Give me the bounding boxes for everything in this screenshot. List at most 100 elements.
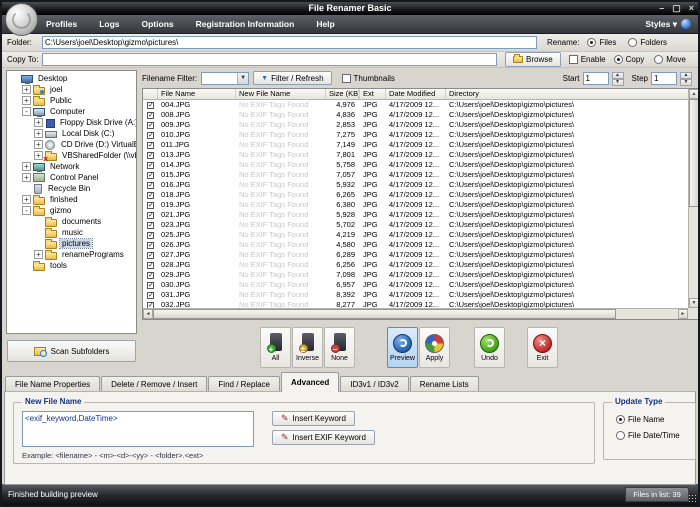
expand-icon[interactable]: + xyxy=(34,151,43,160)
tree-item-public[interactable]: +Public xyxy=(7,95,136,106)
copy-mode-radio-copy[interactable]: Copy xyxy=(614,55,645,64)
table-row[interactable]: ✓013.JPGNo EXIF Tags Found7,801JPG4/17/2… xyxy=(143,150,699,160)
menu-registration-information[interactable]: Registration Information xyxy=(196,19,295,29)
enable-checkbox[interactable]: Enable xyxy=(569,55,606,64)
all-button[interactable]: +All xyxy=(260,327,291,368)
collapse-icon[interactable]: - xyxy=(22,107,31,116)
vertical-scrollbar[interactable]: ▲ ▼ xyxy=(688,89,699,308)
none-button[interactable]: −None xyxy=(324,327,355,368)
filename-filter-combobox[interactable]: ▼ xyxy=(201,72,249,85)
table-row[interactable]: ✓011.JPGNo EXIF Tags Found7,149JPG4/17/2… xyxy=(143,140,699,150)
tree-item-computer[interactable]: -Computer xyxy=(7,106,136,117)
step-input[interactable]: 1 xyxy=(651,72,677,85)
tab-rename-lists[interactable]: Rename Lists xyxy=(410,376,479,392)
folder-input[interactable]: C:\Users\joel\Desktop\gizmo\pictures\ xyxy=(42,36,537,49)
rename-radio-files[interactable]: Files xyxy=(587,38,616,47)
tab-id3v1-id3v2[interactable]: ID3v1 / ID3v2 xyxy=(340,376,408,392)
table-row[interactable]: ✓010.JPGNo EXIF Tags Found7,275JPG4/17/2… xyxy=(143,130,699,140)
table-row[interactable]: ✓018.JPGNo EXIF Tags Found6,265JPG4/17/2… xyxy=(143,190,699,200)
thumbnails-checkbox[interactable]: Thumbnails xyxy=(342,74,395,83)
menu-options[interactable]: Options xyxy=(142,19,174,29)
new-file-name-input[interactable]: <exif_keyword,DateTime> xyxy=(22,411,254,447)
table-row[interactable]: ✓030.JPGNo EXIF Tags Found6,957JPG4/17/2… xyxy=(143,280,699,290)
minimize-button[interactable]: – xyxy=(659,2,664,15)
row-checkbox[interactable]: ✓ xyxy=(143,230,158,240)
expand-icon[interactable]: + xyxy=(22,85,31,94)
copy-mode-radio-move[interactable]: Move xyxy=(654,55,686,64)
resize-grip[interactable] xyxy=(688,494,696,502)
column-header-date-modified[interactable]: Date Modified xyxy=(386,89,446,99)
menu-logs[interactable]: Logs xyxy=(99,19,119,29)
tree-item-renameprograms[interactable]: +renamePrograms xyxy=(7,249,136,260)
row-checkbox[interactable]: ✓ xyxy=(143,280,158,290)
copy-to-input[interactable] xyxy=(42,53,497,66)
table-row[interactable]: ✓004.JPGNo EXIF Tags Found4,976JPG4/17/2… xyxy=(143,100,699,110)
column-header-size-kb[interactable]: Size (KB) xyxy=(326,89,360,99)
tab-find-replace[interactable]: Find / Replace xyxy=(208,376,280,392)
start-down-button[interactable]: ▼ xyxy=(612,79,624,86)
horizontal-scroll-thumb[interactable] xyxy=(153,309,616,319)
row-checkbox[interactable]: ✓ xyxy=(143,290,158,300)
row-checkbox[interactable]: ✓ xyxy=(143,170,158,180)
tab-advanced[interactable]: Advanced xyxy=(281,372,339,392)
table-row[interactable]: ✓009.JPGNo EXIF Tags Found2,853JPG4/17/2… xyxy=(143,120,699,130)
tree-item-pictures[interactable]: pictures xyxy=(7,238,136,249)
tree-item-tools[interactable]: tools xyxy=(7,260,136,271)
tree-item-desktop[interactable]: Desktop xyxy=(7,73,136,84)
table-row[interactable]: ✓016.JPGNo EXIF Tags Found5,932JPG4/17/2… xyxy=(143,180,699,190)
row-checkbox[interactable]: ✓ xyxy=(143,200,158,210)
tree-item-finished[interactable]: +finished xyxy=(7,194,136,205)
start-up-button[interactable]: ▲ xyxy=(612,72,624,79)
tree-item-control-panel[interactable]: +Control Panel xyxy=(7,172,136,183)
title-bar[interactable]: File Renamer Basic – ▢ × xyxy=(2,2,698,15)
close-button[interactable]: × xyxy=(689,2,694,15)
table-row[interactable]: ✓014.JPGNo EXIF Tags Found5,758JPG4/17/2… xyxy=(143,160,699,170)
tree-item-floppy-disk-drive-a[interactable]: +Floppy Disk Drive (A:) xyxy=(7,117,136,128)
tree-item-gizmo[interactable]: -gizmo xyxy=(7,205,136,216)
row-checkbox[interactable]: ✓ xyxy=(143,270,158,280)
expand-icon[interactable]: + xyxy=(34,250,43,259)
expand-icon[interactable]: + xyxy=(22,96,31,105)
row-checkbox[interactable]: ✓ xyxy=(143,220,158,230)
row-checkbox[interactable]: ✓ xyxy=(143,180,158,190)
row-checkbox[interactable]: ✓ xyxy=(143,100,158,110)
inverse-button[interactable]: ±Inverse xyxy=(292,327,323,368)
preview-button[interactable]: Preview xyxy=(387,327,418,368)
expand-icon[interactable]: + xyxy=(22,173,31,182)
column-header-ext[interactable]: Ext xyxy=(360,89,386,99)
tree-item-network[interactable]: +Network xyxy=(7,161,136,172)
tab-delete-remove-insert[interactable]: Delete / Remove / Insert xyxy=(101,376,207,392)
filter-refresh-button[interactable]: ▼ Filter / Refresh xyxy=(253,71,331,85)
tree-item-recycle-bin[interactable]: Recycle Bin xyxy=(7,183,136,194)
step-down-button[interactable]: ▼ xyxy=(680,79,692,86)
row-checkbox[interactable]: ✓ xyxy=(143,240,158,250)
update-type-radio-file-name[interactable]: File Name xyxy=(616,415,664,424)
table-row[interactable]: ✓023.JPGNo EXIF Tags Found5,702JPG4/17/2… xyxy=(143,220,699,230)
table-row[interactable]: ✓029.JPGNo EXIF Tags Found7,098JPG4/17/2… xyxy=(143,270,699,280)
scroll-right-icon[interactable]: ► xyxy=(678,309,688,319)
step-up-button[interactable]: ▲ xyxy=(680,72,692,79)
maximize-button[interactable]: ▢ xyxy=(672,2,681,15)
row-checkbox[interactable]: ✓ xyxy=(143,260,158,270)
expand-icon[interactable]: + xyxy=(22,162,31,171)
expand-icon[interactable]: + xyxy=(34,129,43,138)
scroll-up-icon[interactable]: ▲ xyxy=(689,89,699,99)
tree-item-local-disk-c[interactable]: +Local Disk (C:) xyxy=(7,128,136,139)
menu-profiles[interactable]: Profiles xyxy=(46,19,77,29)
rename-radio-folders[interactable]: Folders xyxy=(628,38,667,47)
tree-item-joel[interactable]: +joel xyxy=(7,84,136,95)
tree-item-documents[interactable]: documents xyxy=(7,216,136,227)
expand-icon[interactable]: + xyxy=(34,140,43,149)
collapse-icon[interactable]: - xyxy=(22,206,31,215)
scroll-left-icon[interactable]: ◄ xyxy=(143,309,153,319)
browse-button[interactable]: Browse xyxy=(505,52,561,67)
expand-icon[interactable]: + xyxy=(22,195,31,204)
row-checkbox[interactable]: ✓ xyxy=(143,190,158,200)
undo-button[interactable]: Undo xyxy=(474,327,505,368)
start-input[interactable]: 1 xyxy=(583,72,609,85)
row-checkbox[interactable]: ✓ xyxy=(143,150,158,160)
column-header-file-name[interactable]: File Name xyxy=(158,89,236,99)
table-row[interactable]: ✓027.JPGNo EXIF Tags Found6,289JPG4/17/2… xyxy=(143,250,699,260)
tab-file-name-properties[interactable]: File Name Properties xyxy=(5,376,100,392)
table-row[interactable]: ✓026.JPGNo EXIF Tags Found4,580JPG4/17/2… xyxy=(143,240,699,250)
